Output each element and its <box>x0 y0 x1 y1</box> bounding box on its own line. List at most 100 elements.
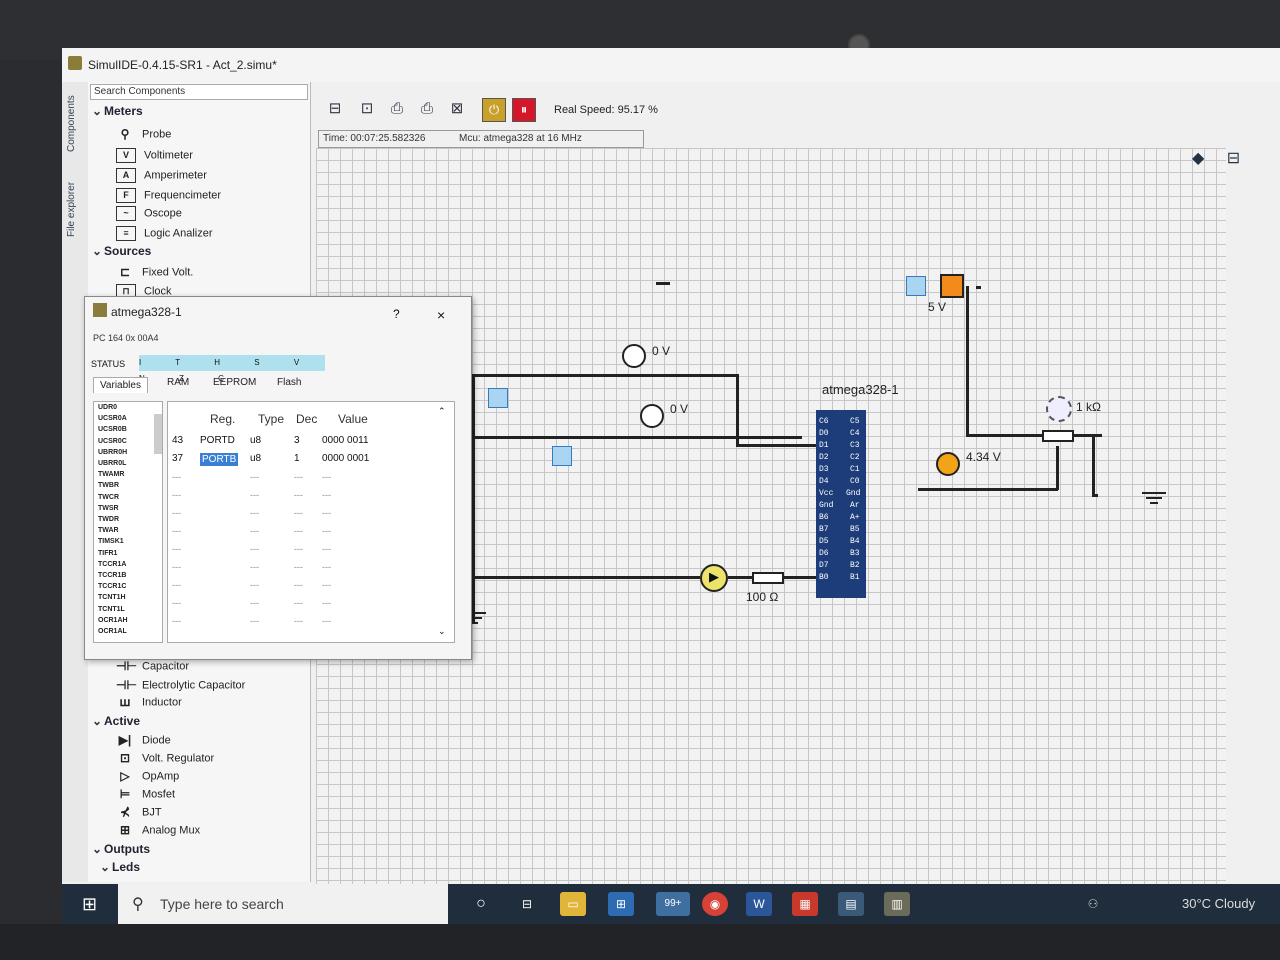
list-item[interactable]: OCR1AH <box>94 615 162 626</box>
taskbar-search[interactable]: ⚲ Type here to search <box>118 884 448 924</box>
pause-button[interactable]: ⏸ <box>512 98 536 122</box>
info-icon[interactable]: ◆ <box>1192 150 1204 167</box>
component-frequencimeter[interactable]: F Frequencimeter <box>116 188 221 203</box>
component-inductor[interactable]: ꟺ Inductor <box>116 696 182 709</box>
variables-list[interactable]: UDR0 UCSR0A UCSR0B UCSR0C UBRR0H UBRR0L … <box>93 401 163 643</box>
component-opamp[interactable]: ▷ OpAmp <box>116 770 179 783</box>
new-circuit-icon[interactable]: ⊟ <box>326 100 344 118</box>
save-as-icon[interactable]: ⎙ <box>418 100 436 118</box>
component-probe[interactable]: ⚲ Probe <box>116 128 172 141</box>
tab-eeprom[interactable]: EEPROM <box>213 377 256 388</box>
wire <box>1056 446 1059 490</box>
list-item[interactable]: TCCR1B <box>94 570 162 581</box>
empty-cell: --- <box>294 526 303 536</box>
row-dec: 1 <box>294 453 300 464</box>
tab-flash[interactable]: Flash <box>277 377 301 388</box>
voltage-probe-1[interactable] <box>622 344 646 368</box>
list-item[interactable]: UCSR0B <box>94 424 162 435</box>
search-components-input[interactable]: Search Components <box>90 84 308 100</box>
list-item[interactable]: OCR1AL <box>94 626 162 637</box>
save-icon[interactable]: ⎙ <box>388 100 406 118</box>
component-capacitor[interactable]: ⊣⊢ Capacitor <box>116 660 189 673</box>
list-item[interactable]: UCSR0A <box>94 413 162 424</box>
list-item[interactable]: TIFR1 <box>94 548 162 559</box>
mail-badge[interactable]: 99+ <box>656 892 690 916</box>
component-oscope[interactable]: ~ Oscope <box>116 206 182 221</box>
category-outputs[interactable]: ⌄ Outputs <box>92 842 150 856</box>
word-icon[interactable]: W <box>746 892 772 916</box>
list-item[interactable]: UBRR0H <box>94 447 162 458</box>
fixed-voltage-source[interactable] <box>940 274 964 298</box>
power-button[interactable]: ⏻ <box>482 98 506 122</box>
component-voltimeter[interactable]: V Voltimeter <box>116 148 193 163</box>
screen: SimulIDE-0.4.15-SR1 - Act_2.simu* Compon… <box>62 48 1280 918</box>
list-item[interactable]: TIMSK1 <box>94 536 162 547</box>
weather-widget[interactable]: 30°C Cloudy <box>1182 896 1255 911</box>
list-item[interactable]: UDR0 <box>94 402 162 413</box>
push-button-1[interactable] <box>488 388 508 408</box>
open-file-icon[interactable]: ⊡ <box>358 100 376 118</box>
export-icon[interactable]: ⊠ <box>448 100 466 118</box>
category-sources[interactable]: ⌄ Sources <box>92 244 151 258</box>
component-volt-regulator[interactable]: ⊡ Volt. Regulator <box>116 752 214 765</box>
component-analog-mux[interactable]: ⊞ Analog Mux <box>116 824 200 837</box>
category-meters[interactable]: ⌄ Meters <box>92 104 143 118</box>
row-reg[interactable]: PORTB <box>200 453 239 466</box>
register-table[interactable]: Reg. Type Dec Value 43 PORTD u8 3 0000 0… <box>167 401 455 643</box>
chrome-icon[interactable]: ◉ <box>702 892 728 916</box>
component-diode[interactable]: ▶| Diode <box>116 734 171 747</box>
list-item[interactable]: TWBR <box>94 480 162 491</box>
list-item[interactable]: UCSR0C <box>94 436 162 447</box>
task-view-icon[interactable]: ⊟ <box>514 892 540 916</box>
list-item[interactable]: TWDR <box>94 514 162 525</box>
led[interactable]: ▶ <box>700 564 728 592</box>
list-item[interactable]: TWCR <box>94 492 162 503</box>
cortana-icon[interactable]: ○ <box>468 892 494 916</box>
component-bjt[interactable]: ⊀ BJT <box>116 806 162 819</box>
people-icon[interactable]: ⚇ <box>1080 892 1106 916</box>
list-item[interactable]: TWSR <box>94 503 162 514</box>
office-icon[interactable]: ▦ <box>792 892 818 916</box>
potentiometer[interactable] <box>1042 430 1074 442</box>
category-active[interactable]: ⌄ Active <box>92 714 140 728</box>
help-button[interactable]: ? <box>393 307 400 321</box>
scrollbar[interactable] <box>154 414 162 454</box>
tab-components[interactable]: Components <box>66 95 77 152</box>
voltage-probe-3[interactable] <box>936 452 960 476</box>
list-item[interactable]: TCCR1C <box>94 581 162 592</box>
app-icon[interactable]: ▤ <box>838 892 864 916</box>
component-electrolytic-capacitor[interactable]: ⊣⊢ Electrolytic Capacitor <box>116 679 245 692</box>
list-item[interactable]: UBRR0L <box>94 458 162 469</box>
switch-input[interactable] <box>906 276 926 296</box>
table-row[interactable]: 37 PORTB u8 1 0000 0001 <box>168 450 438 468</box>
list-item[interactable]: TWAMR <box>94 469 162 480</box>
push-button-2[interactable] <box>552 446 572 466</box>
scroll-down-icon[interactable]: ⌄ <box>438 626 446 637</box>
close-button[interactable]: × <box>437 307 445 323</box>
table-row[interactable]: 43 PORTD u8 3 0000 0011 <box>168 432 438 450</box>
tab-file-explorer[interactable]: File explorer <box>66 182 77 237</box>
list-item[interactable]: TCCR1A <box>94 559 162 570</box>
list-item[interactable]: TCNT1L <box>94 604 162 615</box>
knob-icon[interactable] <box>1046 396 1072 422</box>
component-fixed-volt[interactable]: ⊏ Fixed Volt. <box>116 266 193 279</box>
resistor[interactable] <box>752 572 784 584</box>
category-leds[interactable]: ⌄ Leds <box>100 860 140 874</box>
empty-cell: --- <box>294 598 303 608</box>
component-amperimeter[interactable]: A Amperimeter <box>116 168 207 183</box>
component-logic-analizer[interactable]: ≡ Logic Analizer <box>116 226 213 241</box>
component-mosfet[interactable]: ⊨ Mosfet <box>116 788 175 801</box>
store-icon[interactable]: ⊞ <box>608 892 634 916</box>
tab-ram[interactable]: RAM <box>167 377 189 388</box>
atmega328-chip[interactable]: C6 D0 D1 D2 D3 D4 Vcc Gnd B6 B7 D5 D6 D7… <box>816 410 866 598</box>
list-item[interactable]: TWAR <box>94 525 162 536</box>
windows-start-icon[interactable]: ⊞ <box>82 894 102 914</box>
file-explorer-icon[interactable]: ▭ <box>560 892 586 916</box>
simulide-taskbar-icon[interactable]: ▥ <box>884 892 910 916</box>
list-item[interactable]: TCNT1H <box>94 592 162 603</box>
scroll-up-icon[interactable]: ⌃ <box>438 406 446 417</box>
tab-variables[interactable]: Variables <box>93 377 148 393</box>
taskbar-search-input[interactable]: Type here to search <box>160 896 284 912</box>
export-icon[interactable]: ⊟ <box>1227 150 1240 167</box>
voltage-probe-2[interactable] <box>640 404 664 428</box>
